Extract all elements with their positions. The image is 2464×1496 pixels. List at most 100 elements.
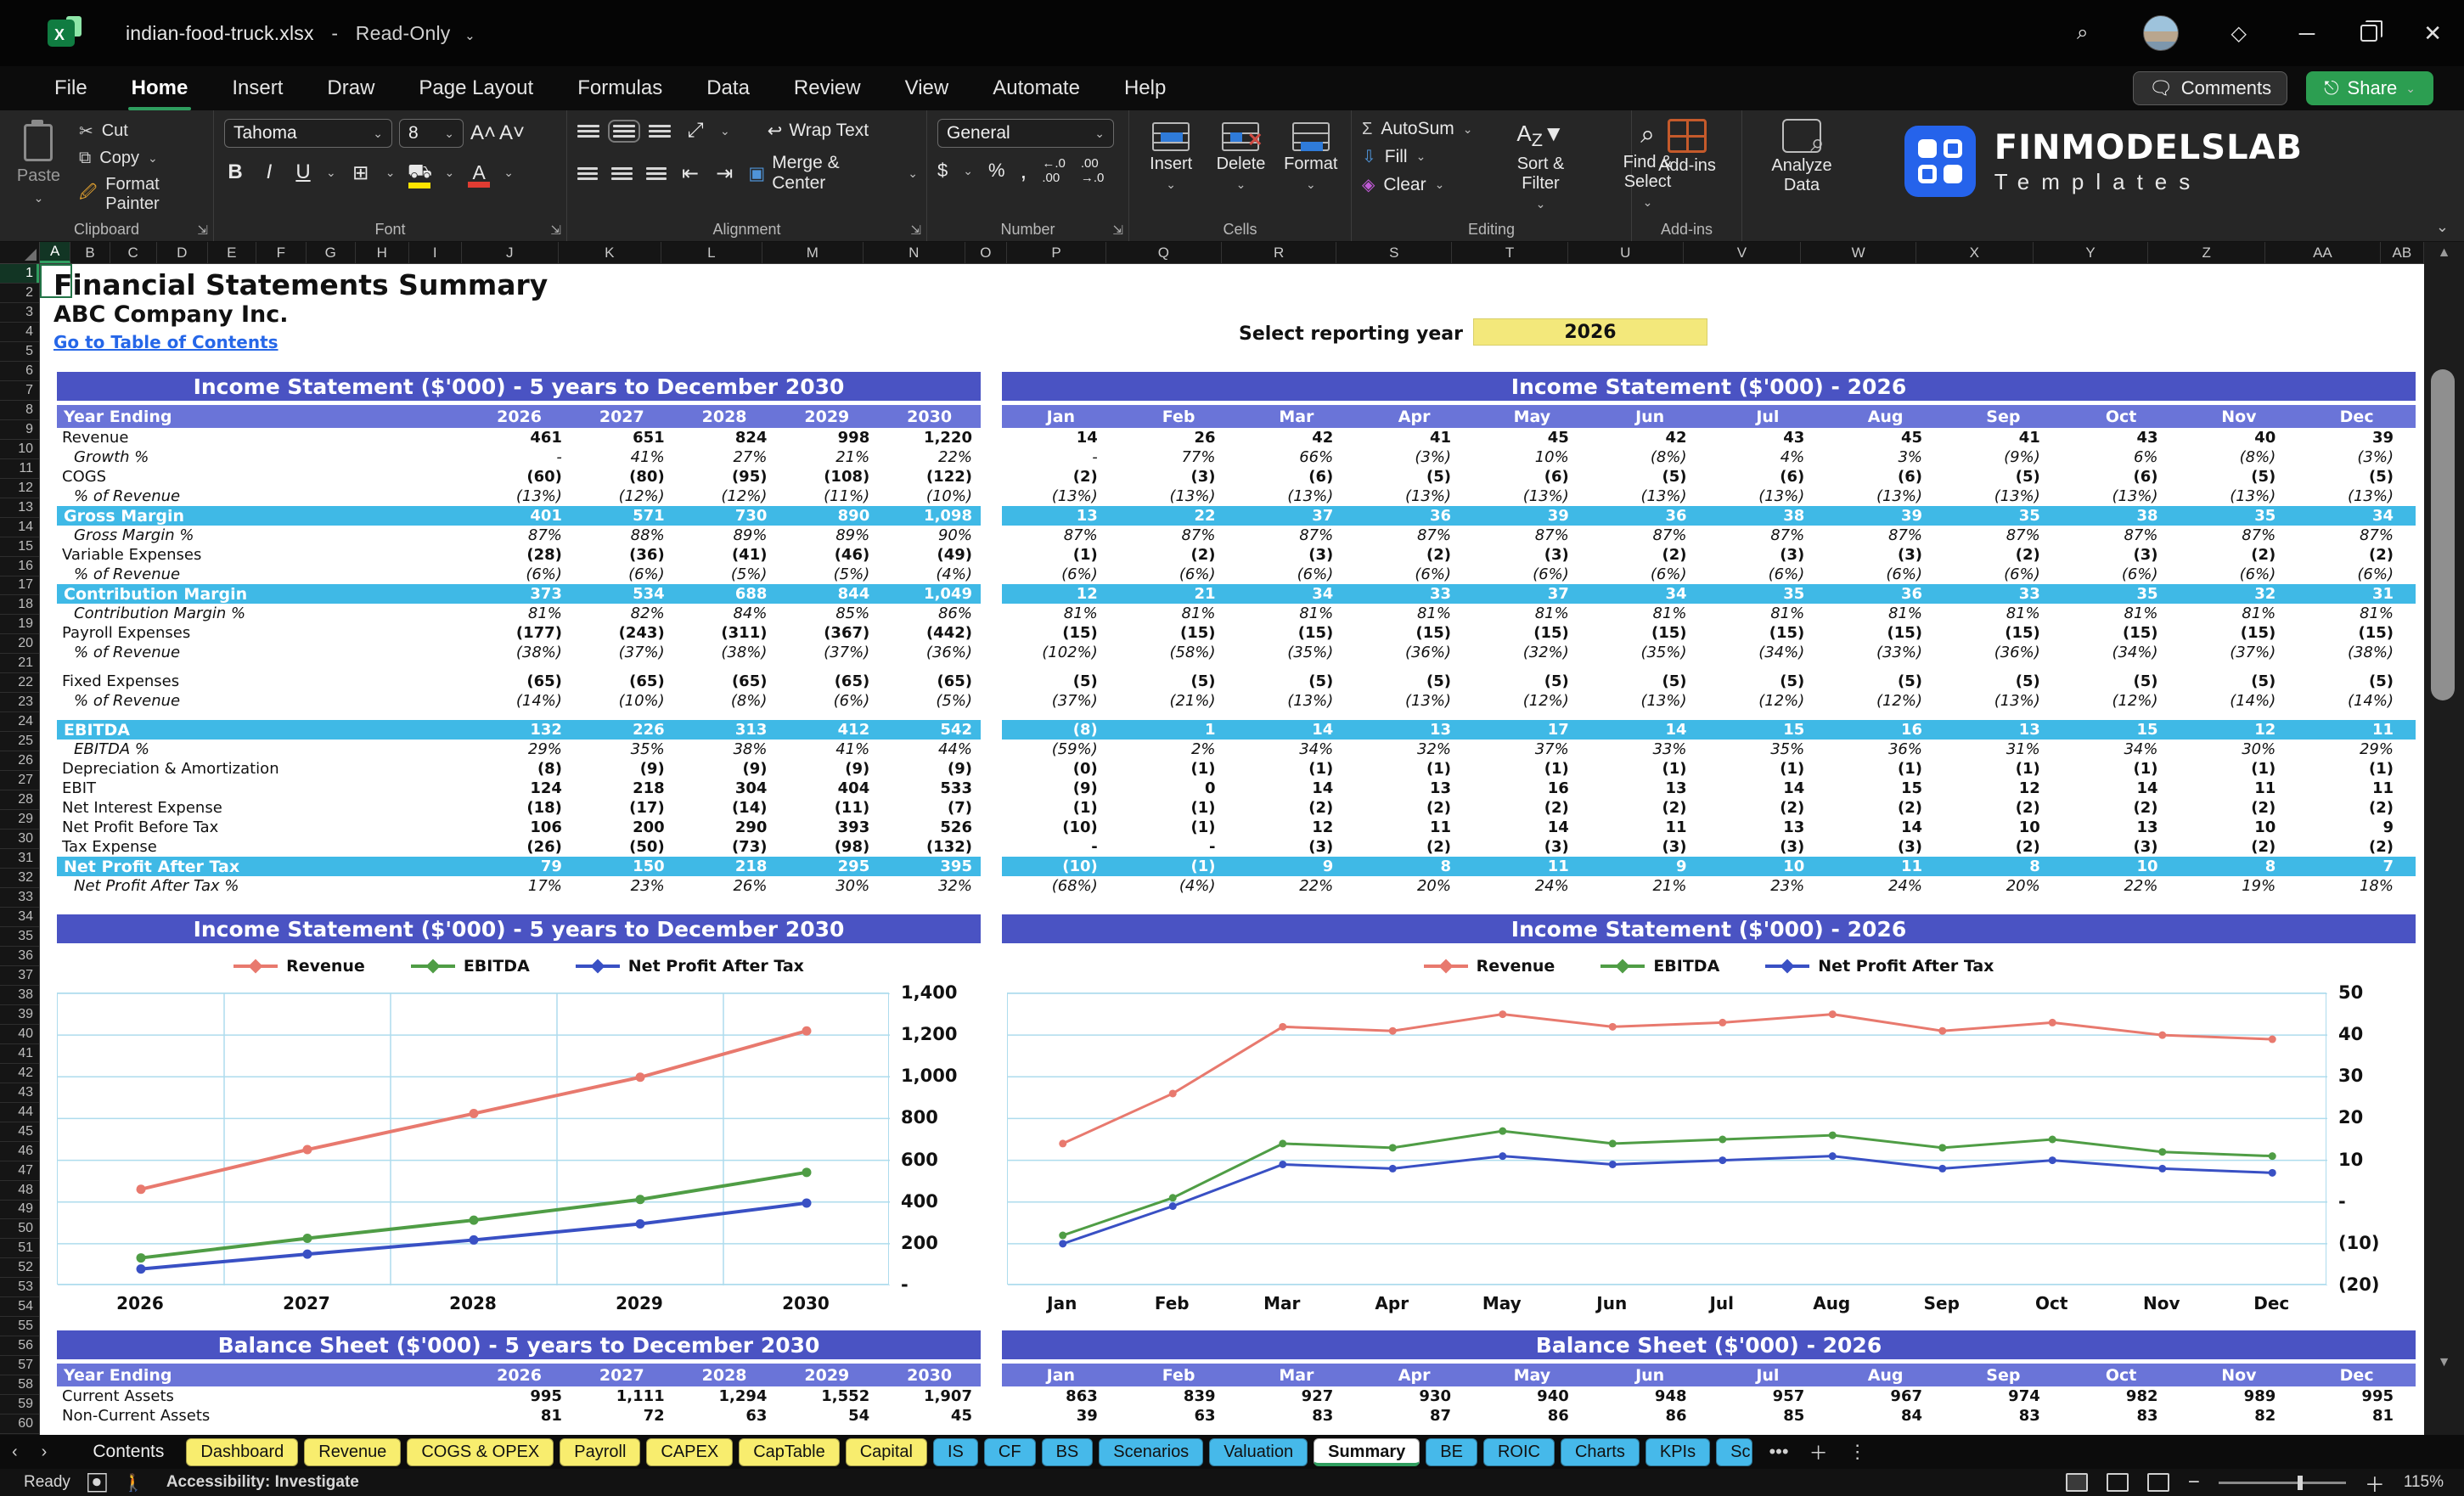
value-cell[interactable]: (9) bbox=[673, 760, 776, 778]
column-header-O[interactable]: O bbox=[965, 242, 1007, 263]
value-cell[interactable]: 967 bbox=[1826, 1387, 1944, 1405]
value-cell[interactable]: (98) bbox=[775, 838, 878, 856]
value-cell[interactable]: (2) bbox=[1944, 546, 2062, 564]
sheet-tab-cogs-opex[interactable]: COGS & OPEX bbox=[407, 1438, 554, 1466]
value-cell[interactable]: (14%) bbox=[468, 692, 571, 710]
value-cell[interactable]: 37 bbox=[1238, 507, 1356, 525]
value-cell[interactable]: 1,552 bbox=[775, 1387, 878, 1405]
value-cell[interactable]: 200 bbox=[571, 818, 673, 836]
zoom-in-button[interactable]: ＋ bbox=[2365, 1468, 2385, 1496]
value-cell[interactable]: 87% bbox=[1709, 526, 1827, 544]
table-header-cell[interactable]: Jun bbox=[1591, 408, 1709, 426]
value-cell[interactable]: (13%) bbox=[2062, 487, 2180, 505]
value-cell[interactable]: (3) bbox=[1238, 838, 1356, 856]
value-cell[interactable]: (1) bbox=[1944, 760, 2062, 778]
column-header-F[interactable]: F bbox=[256, 242, 307, 263]
row-header-14[interactable]: 14 bbox=[0, 518, 39, 537]
value-cell[interactable]: (2) bbox=[1473, 799, 1591, 817]
value-cell[interactable]: 45 bbox=[1473, 429, 1591, 447]
value-cell[interactable]: (15) bbox=[1238, 624, 1356, 642]
value-cell[interactable]: 304 bbox=[673, 779, 776, 797]
value-cell[interactable]: (28) bbox=[468, 546, 571, 564]
ribbon-tab-data[interactable]: Data bbox=[684, 70, 772, 107]
value-cell[interactable]: 24% bbox=[1826, 877, 1944, 895]
value-cell[interactable]: (2) bbox=[1591, 799, 1709, 817]
value-cell[interactable]: (18) bbox=[468, 799, 571, 817]
value-cell[interactable]: 12 bbox=[2180, 721, 2298, 739]
value-cell[interactable]: (3) bbox=[1473, 838, 1591, 856]
row-header-33[interactable]: 33 bbox=[0, 888, 39, 908]
value-cell[interactable]: 81% bbox=[2062, 605, 2180, 622]
sheet-tab-capital[interactable]: Capital bbox=[846, 1438, 927, 1466]
select-year-cell[interactable]: 2026 bbox=[1473, 318, 1707, 346]
value-cell[interactable]: 1,098 bbox=[878, 507, 981, 525]
value-cell[interactable]: (34%) bbox=[2062, 644, 2180, 661]
value-cell[interactable]: 688 bbox=[673, 585, 776, 603]
table-header-label[interactable]: Year Ending bbox=[57, 1364, 468, 1386]
analyze-data-button[interactable]: Analyze Data bbox=[1752, 119, 1851, 195]
value-cell[interactable]: (2) bbox=[1238, 799, 1356, 817]
value-cell[interactable]: 295 bbox=[775, 858, 878, 875]
value-cell[interactable]: 14 bbox=[1238, 779, 1356, 797]
value-cell[interactable]: (13%) bbox=[1473, 487, 1591, 505]
value-cell[interactable]: (59%) bbox=[1002, 740, 1120, 758]
column-header-Z[interactable]: Z bbox=[2148, 242, 2265, 263]
row-label[interactable]: Payroll Expenses bbox=[57, 623, 468, 643]
align-top-icon[interactable] bbox=[577, 125, 599, 138]
value-cell[interactable]: (4%) bbox=[878, 565, 981, 583]
value-cell[interactable]: (1) bbox=[1591, 760, 1709, 778]
table-header-cell[interactable]: Apr bbox=[1355, 408, 1473, 426]
column-header-J[interactable]: J bbox=[462, 242, 559, 263]
row-header-44[interactable]: 44 bbox=[0, 1103, 39, 1122]
chart-left-plot[interactable] bbox=[57, 993, 889, 1285]
value-cell[interactable]: (2) bbox=[2180, 546, 2298, 564]
row-header-5[interactable]: 5 bbox=[0, 342, 39, 362]
value-cell[interactable]: 17 bbox=[1473, 721, 1591, 739]
table-header-cell[interactable]: Feb bbox=[1120, 408, 1238, 426]
value-cell[interactable]: 12 bbox=[1002, 585, 1120, 603]
value-cell[interactable]: 461 bbox=[468, 429, 571, 447]
value-cell[interactable]: (6%) bbox=[1709, 565, 1827, 583]
value-cell[interactable]: 106 bbox=[468, 818, 571, 836]
value-cell[interactable]: 85% bbox=[775, 605, 878, 622]
value-cell[interactable]: 22% bbox=[878, 448, 981, 466]
value-cell[interactable]: (177) bbox=[468, 624, 571, 642]
value-cell[interactable]: - bbox=[1002, 448, 1120, 466]
value-cell[interactable]: 11 bbox=[1355, 818, 1473, 836]
tabs-scroll-left-icon[interactable]: ‹ bbox=[0, 1443, 30, 1462]
row-label[interactable]: % of Revenue bbox=[57, 643, 468, 662]
value-cell[interactable]: 290 bbox=[673, 818, 776, 836]
row-header-12[interactable]: 12 bbox=[0, 479, 39, 498]
value-cell[interactable]: (122) bbox=[878, 468, 981, 486]
orientation-button[interactable]: ⤢ bbox=[684, 119, 706, 143]
row-label[interactable]: Contribution Margin % bbox=[57, 604, 468, 623]
value-cell[interactable]: 404 bbox=[775, 779, 878, 797]
row-label[interactable]: COGS bbox=[57, 467, 468, 486]
value-cell[interactable]: (12%) bbox=[1709, 692, 1827, 710]
sheet-tab-cf[interactable]: CF bbox=[984, 1438, 1036, 1466]
comma-format-button[interactable]: , bbox=[1021, 157, 1027, 184]
value-cell[interactable]: 1,294 bbox=[673, 1387, 776, 1405]
value-cell[interactable]: (5%) bbox=[673, 565, 776, 583]
row-header-34[interactable]: 34 bbox=[0, 908, 39, 927]
value-cell[interactable]: (5%) bbox=[775, 565, 878, 583]
row-header-27[interactable]: 27 bbox=[0, 771, 39, 790]
value-cell[interactable]: (6%) bbox=[1238, 565, 1356, 583]
value-cell[interactable]: 995 bbox=[468, 1387, 571, 1405]
value-cell[interactable]: 38 bbox=[2062, 507, 2180, 525]
row-header-32[interactable]: 32 bbox=[0, 869, 39, 888]
column-header-R[interactable]: R bbox=[1222, 242, 1337, 263]
value-cell[interactable]: (6%) bbox=[468, 565, 571, 583]
table-header-cell[interactable]: Sep bbox=[1944, 408, 2062, 426]
row-header-2[interactable]: 2 bbox=[0, 284, 39, 303]
zoom-out-button[interactable]: − bbox=[2188, 1471, 2200, 1494]
table-header-cell[interactable]: Mar bbox=[1238, 1366, 1356, 1385]
value-cell[interactable]: (6%) bbox=[1002, 565, 1120, 583]
currency-format-button[interactable]: $ bbox=[937, 160, 948, 182]
value-cell[interactable]: 839 bbox=[1120, 1387, 1238, 1405]
table-header-cell[interactable]: Dec bbox=[2298, 408, 2416, 426]
value-cell[interactable]: 87% bbox=[1355, 526, 1473, 544]
alignment-dialog-launcher[interactable]: ⇲ bbox=[910, 222, 921, 238]
row-label[interactable]: Net Profit After Tax % bbox=[57, 876, 468, 896]
value-cell[interactable]: 32% bbox=[1355, 740, 1473, 758]
